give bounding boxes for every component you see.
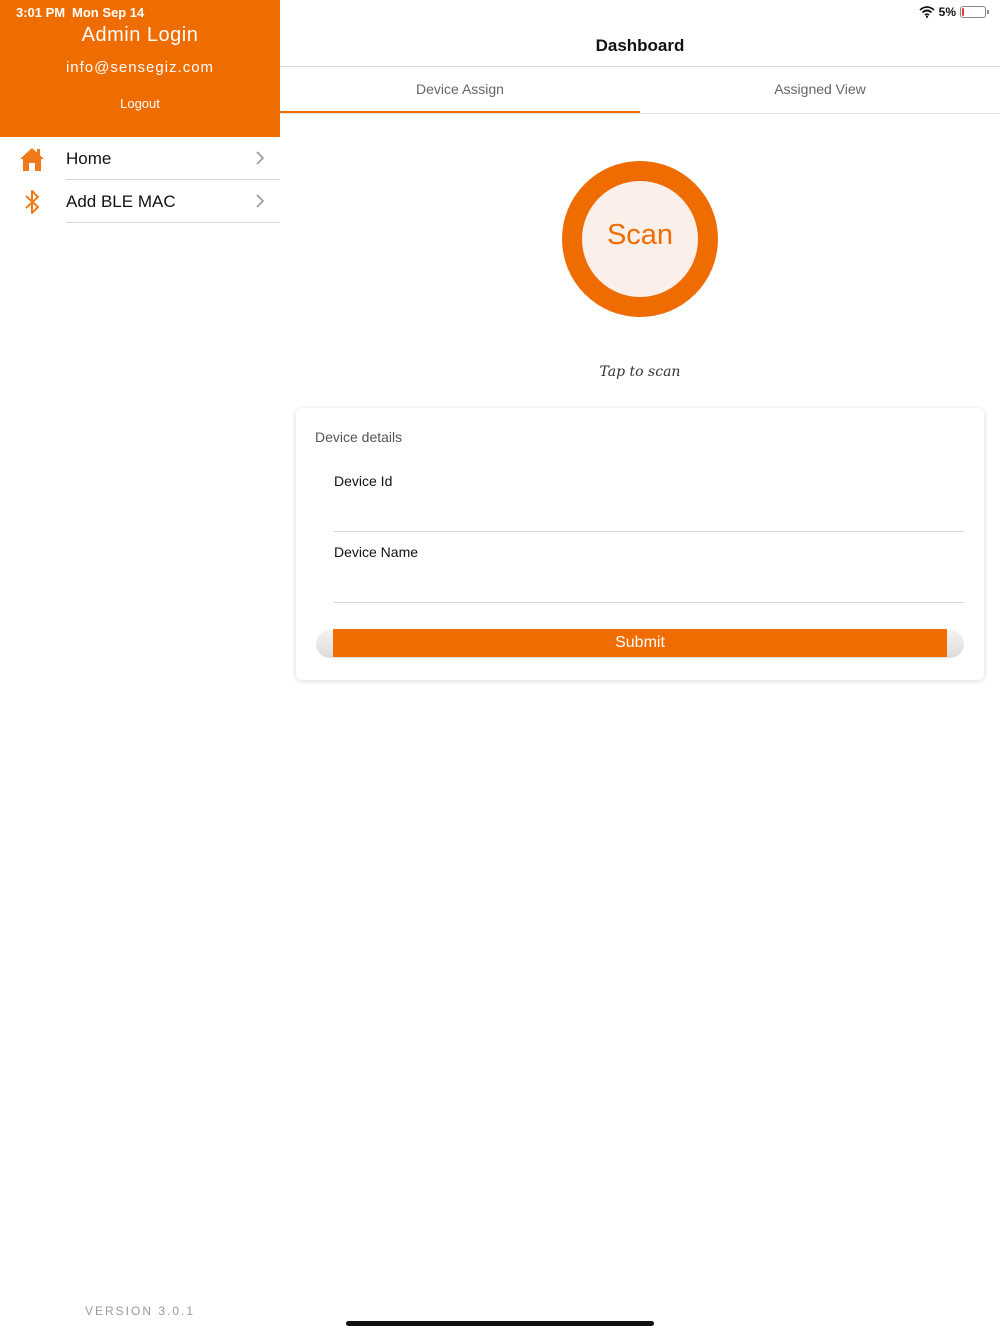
submit-button[interactable]: Submit (333, 629, 947, 657)
tab-assigned-view[interactable]: Assigned View (640, 67, 1000, 113)
device-id-label: Device Id (334, 473, 393, 489)
status-time: 3:01 PM (16, 5, 66, 20)
page-title: Dashboard (595, 36, 685, 55)
version-label: VERSION 3.0.1 (84, 1304, 196, 1318)
sidebar-item-home[interactable]: Home (0, 137, 280, 180)
chevron-right-icon (256, 151, 265, 165)
scan-button-inner: Scan (582, 181, 698, 297)
bluetooth-icon (25, 190, 39, 214)
tap-to-scan-hint: Tap to scan (599, 364, 681, 380)
divider (280, 113, 1000, 114)
device-details-card: Device details Device Id Device Name Sub… (296, 408, 984, 680)
wifi-icon (919, 6, 935, 18)
device-name-input[interactable] (334, 575, 964, 603)
status-date: Mon Sep 14 (72, 5, 145, 20)
chevron-right-icon (256, 194, 265, 208)
admin-title: Admin Login (81, 24, 199, 46)
device-id-input[interactable] (334, 504, 964, 532)
sidebar-item-label: Add BLE MAC (66, 192, 176, 211)
home-indicator (346, 1321, 654, 1326)
sidebar-item-label: Home (66, 149, 112, 168)
admin-email: info@sensegiz.com (65, 59, 215, 76)
card-title: Device details (315, 429, 403, 445)
battery-icon (960, 6, 989, 18)
sidebar-item-add-ble-mac[interactable]: Add BLE MAC (0, 180, 280, 223)
main-panel: 5% Dashboard Device Assign Assigned View… (280, 0, 1000, 1334)
sidebar: 3:01 PM Mon Sep 14 Admin Login info@sens… (0, 0, 280, 1334)
status-indicators: 5% (919, 4, 989, 20)
battery-level (962, 8, 964, 16)
logout-button[interactable]: Logout (100, 96, 180, 111)
scan-label: Scan (606, 219, 674, 251)
device-name-label: Device Name (334, 544, 419, 560)
scan-button[interactable]: Scan (562, 161, 718, 317)
tab-device-assign[interactable]: Device Assign (280, 67, 640, 113)
home-icon (20, 148, 44, 171)
battery-percent: 5% (938, 5, 956, 19)
divider (66, 222, 280, 223)
sidebar-header: 3:01 PM Mon Sep 14 Admin Login info@sens… (0, 0, 280, 137)
